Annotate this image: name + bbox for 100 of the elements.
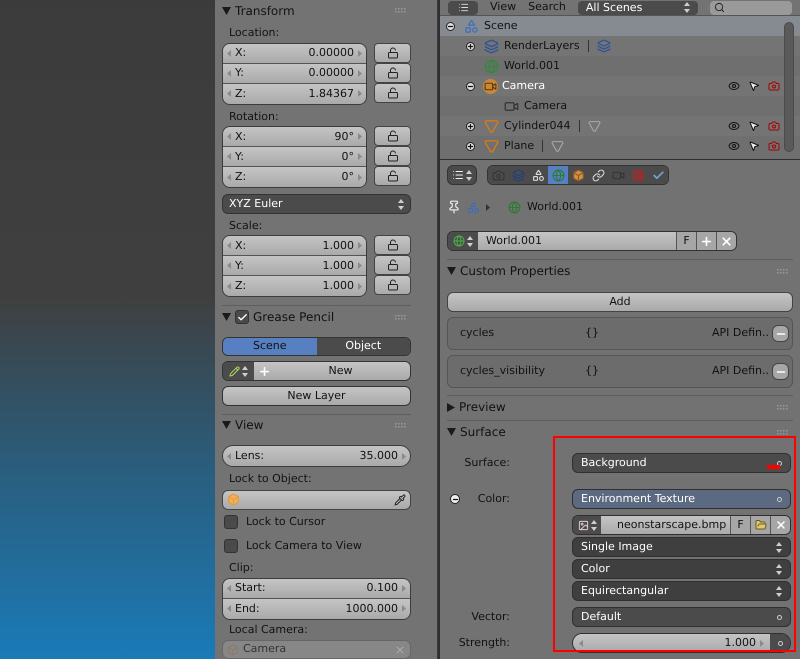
dropdown[interactable]: Color [572, 559, 791, 579]
tree-row[interactable]: Scene [440, 16, 800, 36]
drag-grip-icon[interactable] [777, 404, 789, 410]
field-label: Location: [228, 25, 280, 42]
context-tab[interactable] [648, 166, 668, 184]
lock-button[interactable] [374, 126, 411, 146]
field-label: Rotation: [228, 108, 280, 125]
scene-dropdown[interactable]: All Scenes [578, 0, 698, 14]
tree-item-label[interactable]: Scene [484, 18, 518, 34]
up-down-arrows-icon[interactable] [776, 564, 782, 574]
box-icon[interactable] [572, 168, 584, 182]
triangle-down-icon[interactable] [447, 267, 456, 275]
shapes-icon[interactable] [532, 168, 544, 182]
property-type: API Defin.. [710, 325, 769, 342]
remove-button[interactable] [772, 325, 789, 342]
annotation-mark [767, 465, 780, 469]
panel-title[interactable]: Grease Pencil [253, 308, 334, 326]
checkbox[interactable] [235, 310, 249, 324]
tree-item-label[interactable]: Plane [504, 138, 534, 154]
triangle-down-icon[interactable] [447, 428, 456, 436]
dropdown[interactable]: Equirectangular [572, 581, 791, 601]
panel-title[interactable]: Preview [459, 398, 506, 416]
drag-grip-icon[interactable] [777, 430, 789, 434]
tree-row[interactable]: RenderLayers [440, 36, 800, 56]
object-field[interactable] [222, 490, 411, 510]
editor-type-button[interactable] [447, 165, 477, 185]
up-down-arrows-icon[interactable] [776, 542, 782, 552]
triangle-outline-icon [588, 120, 601, 132]
cube-icon [227, 644, 239, 656]
property-value: {} [585, 363, 600, 380]
triangle-down-icon[interactable] [222, 421, 231, 430]
lock-button[interactable] [374, 235, 411, 256]
check-icon[interactable] [652, 168, 664, 182]
tab[interactable]: Scene [223, 338, 316, 356]
drag-grip-icon[interactable] [395, 314, 407, 320]
pointer-icon[interactable] [748, 120, 760, 132]
checker-icon[interactable] [632, 168, 644, 182]
pointer-icon[interactable] [748, 80, 760, 92]
link-icon[interactable] [592, 168, 604, 182]
globe-icon [484, 58, 499, 74]
triangle-down-icon[interactable] [222, 313, 231, 322]
tree-item-label[interactable]: Cylinder044 [504, 118, 571, 134]
tab[interactable]: Object [316, 338, 410, 356]
tree-row[interactable]: Cylinder044 [440, 116, 800, 136]
globe-icon [508, 200, 521, 214]
up-down-arrows-icon[interactable] [398, 198, 404, 210]
drag-grip-icon[interactable] [777, 268, 789, 274]
rotation-mode-dropdown[interactable]: XYZ Euler [222, 194, 411, 214]
up-down-arrows-icon[interactable] [466, 170, 472, 180]
context-tab[interactable] [528, 166, 548, 184]
layers-icon [596, 39, 611, 53]
checkbox[interactable] [224, 514, 238, 529]
shader-menu-button[interactable]: Background [572, 453, 791, 473]
drag-grip-icon[interactable] [395, 8, 407, 14]
triangle-right-icon[interactable] [447, 402, 455, 412]
padlock-icon [386, 66, 398, 79]
menu-item[interactable]: View [490, 0, 516, 16]
camera-field[interactable]: Camera [222, 640, 411, 659]
menu-item[interactable]: Search [528, 0, 566, 16]
lock-button[interactable] [374, 275, 411, 296]
panel-title[interactable]: Custom Properties [460, 262, 570, 280]
display-mode-button[interactable] [448, 0, 478, 14]
context-tab[interactable] [568, 166, 588, 184]
panel-title[interactable]: View [235, 416, 264, 434]
lock-button[interactable] [374, 255, 411, 276]
eyedropper-icon[interactable] [394, 494, 406, 506]
add-button[interactable]: Add [447, 292, 793, 312]
checkbox-label: Lock to Cursor [246, 514, 326, 530]
panel-title[interactable]: Surface [460, 423, 506, 441]
checkbox[interactable] [224, 539, 238, 554]
drag-grip-icon[interactable] [395, 422, 407, 428]
padlock-icon [386, 170, 398, 182]
eye-icon[interactable] [728, 80, 740, 92]
node-menu-button[interactable]: Environment Texture [572, 489, 791, 509]
triangle-down-icon[interactable] [222, 6, 231, 15]
padlock-icon [386, 130, 398, 142]
remove-button[interactable] [772, 363, 789, 380]
pointer-icon[interactable] [748, 140, 760, 152]
tree-item-label[interactable]: World.001 [504, 58, 560, 74]
padlock-icon [386, 279, 398, 292]
tree-item-label[interactable]: Camera [524, 98, 568, 114]
dropdown[interactable]: Single Image [572, 537, 791, 557]
tree-row[interactable]: Camera [440, 76, 800, 96]
shader-menu-button[interactable]: Default [572, 607, 791, 627]
new-layer-button[interactable]: New Layer [222, 386, 411, 406]
checkmark-icon [236, 312, 248, 323]
tree-item-label[interactable]: RenderLayers [504, 38, 580, 54]
up-down-arrows-icon[interactable] [776, 586, 782, 596]
lock-button[interactable] [374, 62, 411, 83]
lock-button[interactable] [374, 42, 411, 63]
panel-title[interactable]: Transform [235, 2, 295, 20]
lock-button[interactable] [374, 82, 411, 103]
pin-icon[interactable] [447, 200, 461, 214]
tree-item-label[interactable]: Camera [502, 78, 546, 94]
up-down-arrows-icon[interactable] [684, 2, 690, 13]
lock-button[interactable] [374, 146, 411, 166]
search-field[interactable] [710, 0, 792, 14]
lock-button[interactable] [374, 166, 411, 186]
eye-icon[interactable] [728, 120, 740, 132]
eye-icon[interactable] [728, 140, 740, 152]
